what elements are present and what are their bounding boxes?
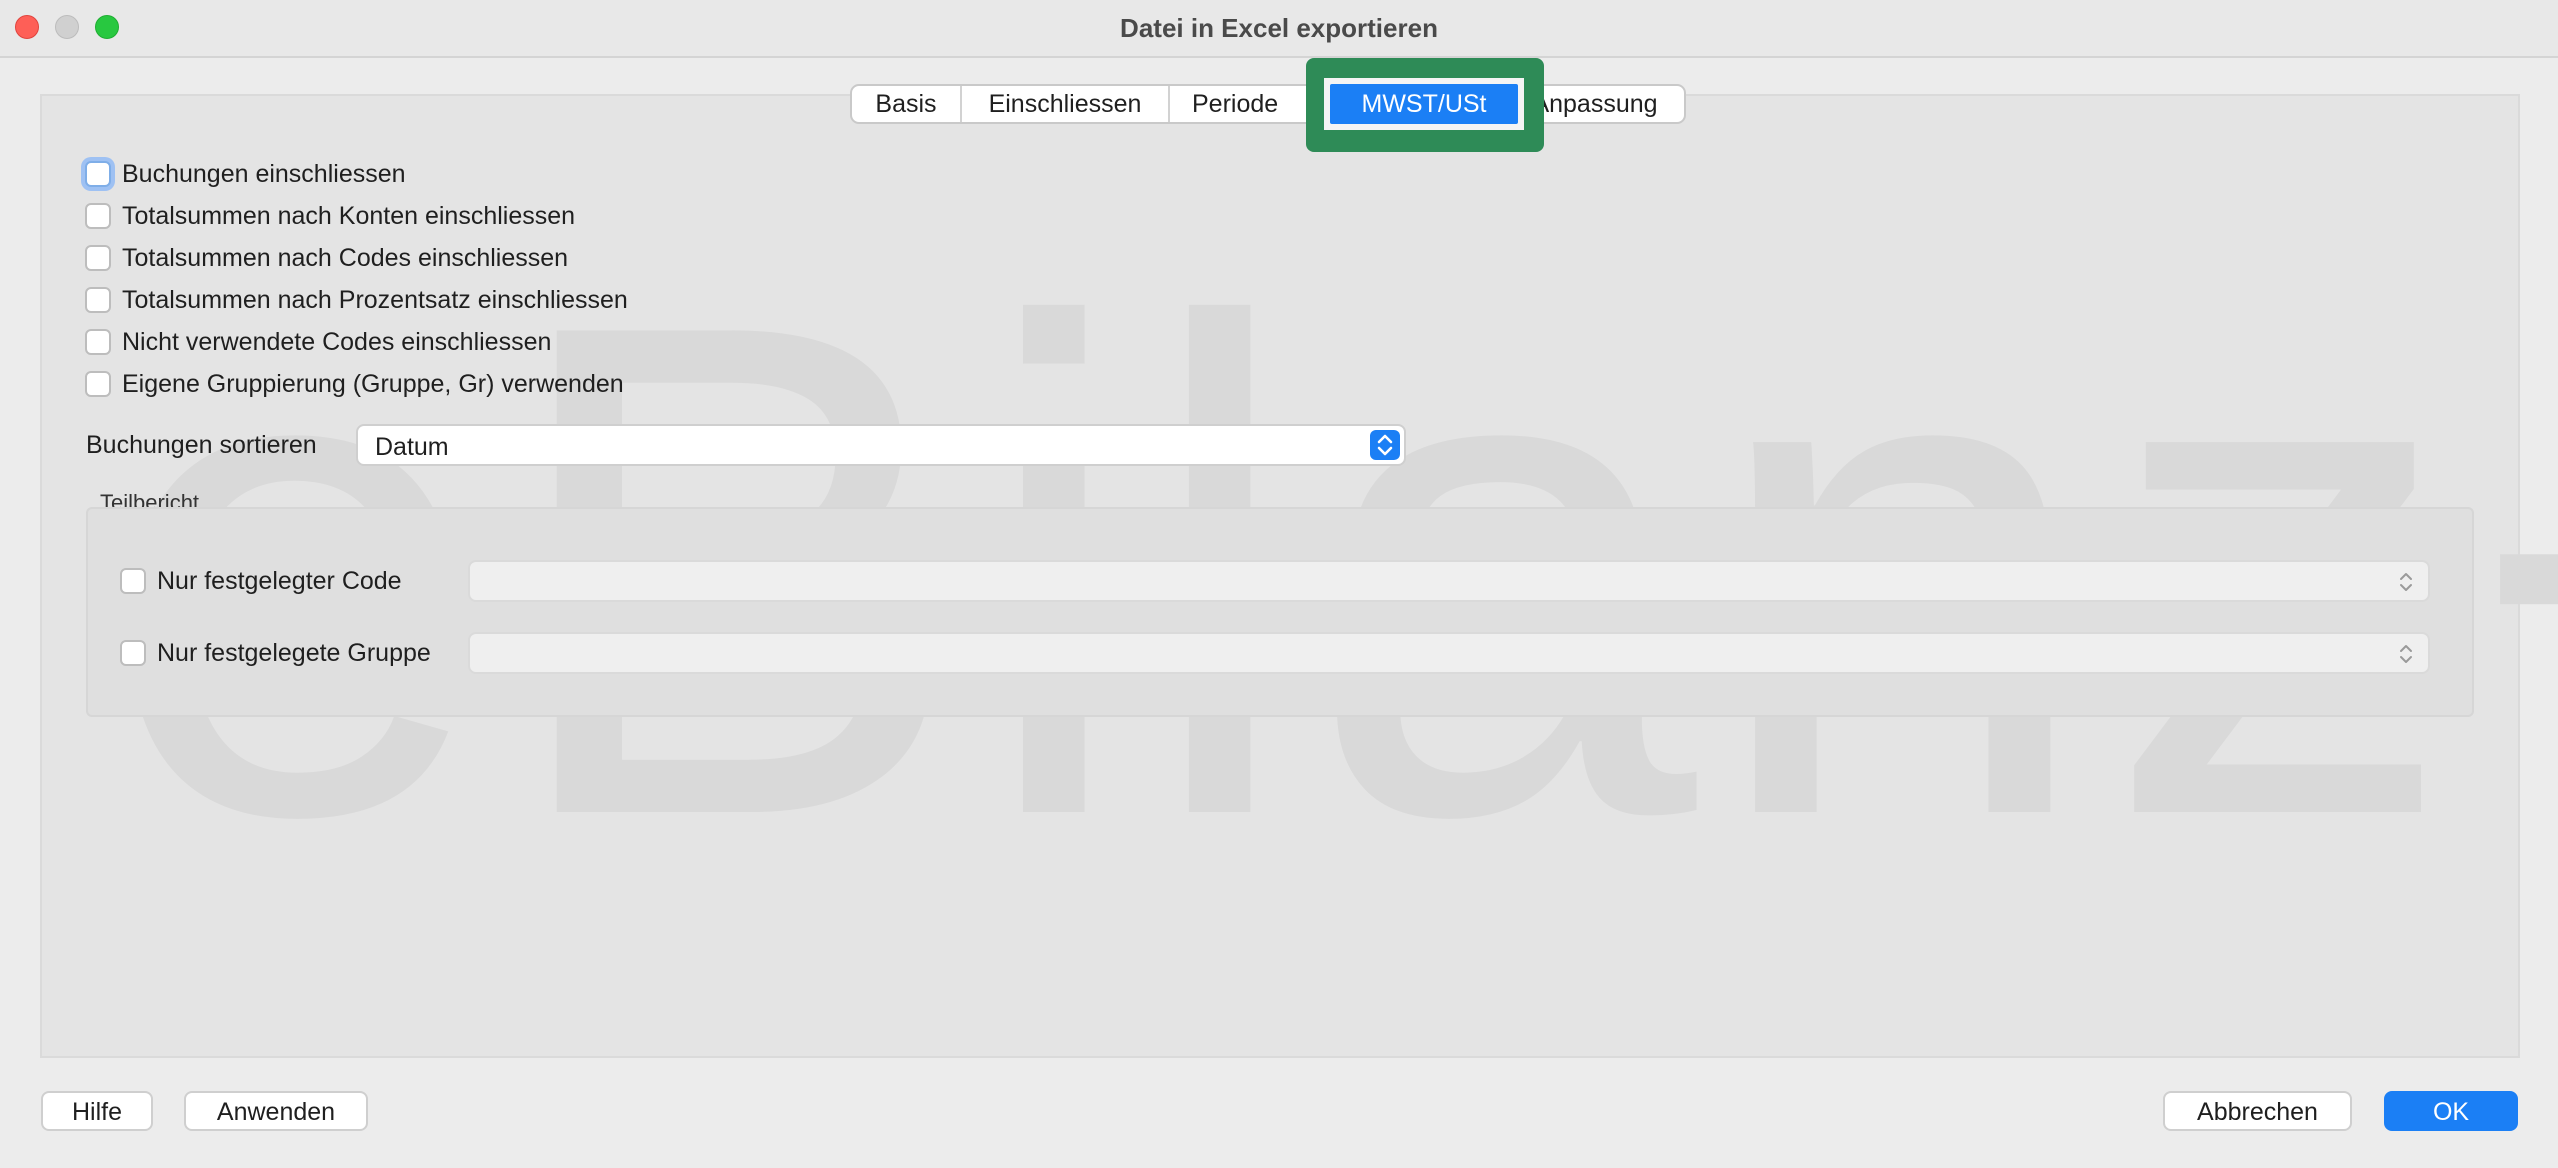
checkbox-label: Buchungen einschliessen [122,159,406,188]
tab-basis[interactable]: Basis [852,86,962,122]
select-stepper-icon [2396,641,2416,667]
checkbox[interactable] [85,161,111,187]
checkbox[interactable] [85,371,111,397]
option-totalsummen-codes[interactable]: Totalsummen nach Codes einschliessen [85,242,568,274]
checkbox[interactable] [120,568,146,594]
export-dialog-window: Datei in Excel exportieren eBilanz+1 Bas… [0,0,2558,1168]
sort-select[interactable]: Datum [356,424,1406,466]
subreport-group-row[interactable]: Nur festgelegete Gruppe [120,636,431,670]
checkbox-label: Nicht verwendete Codes einschliessen [122,327,552,356]
ok-button[interactable]: OK [2384,1091,2518,1131]
title-bar: Datei in Excel exportieren [0,0,2558,58]
checkbox[interactable] [120,640,146,666]
checkbox[interactable] [85,245,111,271]
select-stepper-icon [2396,569,2416,595]
subreport-group-box [86,507,2474,717]
window-title: Datei in Excel exportieren [1120,13,1438,43]
tab-periode[interactable]: Periode [1170,86,1310,122]
checkbox-label: Totalsummen nach Konten einschliessen [122,201,576,230]
checkbox[interactable] [85,203,111,229]
subreport-code-row[interactable]: Nur festgelegter Code [120,564,402,598]
help-button[interactable]: Hilfe [41,1091,153,1131]
checkbox-label: Eigene Gruppierung (Gruppe, Gr) verwende… [122,369,624,398]
checkbox[interactable] [85,287,111,313]
apply-button[interactable]: Anwenden [184,1091,368,1131]
checkbox-label: Nur festgelegter Code [157,566,402,595]
option-nicht-verwendete-codes[interactable]: Nicht verwendete Codes einschliessen [85,326,551,358]
select-stepper-icon [1370,430,1400,460]
option-eigene-gruppierung[interactable]: Eigene Gruppierung (Gruppe, Gr) verwende… [85,368,624,400]
code-select[interactable] [468,560,2430,602]
group-select[interactable] [468,632,2430,674]
cancel-button[interactable]: Abbrechen [2163,1091,2352,1131]
checkbox-label: Totalsummen nach Prozentsatz einschliess… [122,285,628,314]
sort-label: Buchungen sortieren [86,431,317,459]
option-totalsummen-prozentsatz[interactable]: Totalsummen nach Prozentsatz einschliess… [85,284,628,316]
checkbox[interactable] [85,329,111,355]
option-buchungen-einschliessen[interactable]: Buchungen einschliessen [85,158,406,190]
tab-einschliessen[interactable]: Einschliessen [962,86,1170,122]
sort-select-value: Datum [375,433,449,461]
option-totalsummen-konten[interactable]: Totalsummen nach Konten einschliessen [85,200,575,232]
tab-mwst-ust[interactable]: MWST/USt [1330,84,1518,124]
checkbox-label: Nur festgelegete Gruppe [157,638,431,667]
checkbox-label: Totalsummen nach Codes einschliessen [122,243,569,272]
tab-bar: Basis Einschliessen Periode Anpassung [850,84,1686,124]
